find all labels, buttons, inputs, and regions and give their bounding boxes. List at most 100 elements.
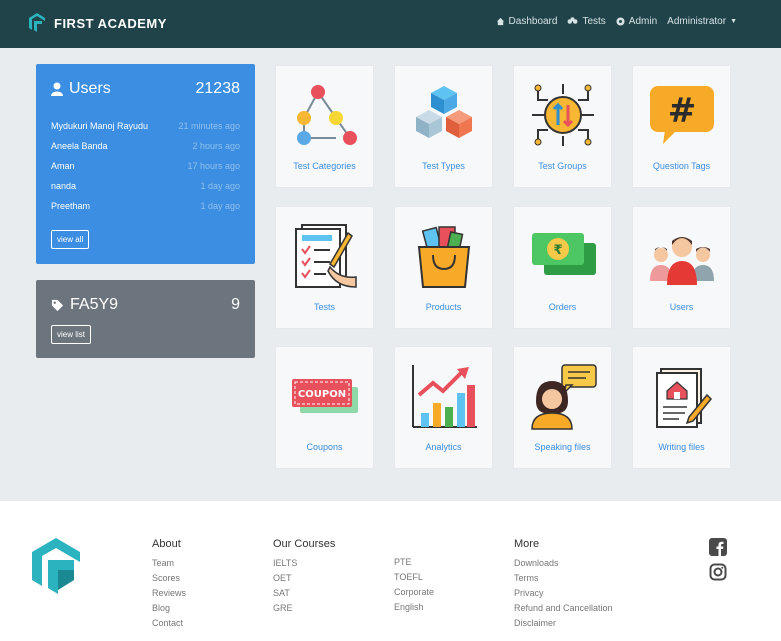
svg-text:₹: ₹ xyxy=(553,243,562,258)
footer-link[interactable]: Terms xyxy=(514,573,613,588)
user-name: Mydukuri Manoj Rayudu xyxy=(51,121,149,131)
document-pencil-icon xyxy=(656,368,713,428)
tile-label: Test Categories xyxy=(293,161,356,171)
footer-link[interactable]: Scores xyxy=(152,573,186,588)
tile-label: Speaking files xyxy=(534,442,591,452)
footer-link[interactable]: Privacy xyxy=(514,588,613,603)
tile-test-types[interactable]: Test Types xyxy=(394,65,493,188)
footer-link[interactable]: IELTS xyxy=(273,558,335,573)
tile-analytics[interactable]: Analytics xyxy=(394,346,493,469)
tile-test-groups[interactable]: Test Groups xyxy=(513,65,612,188)
tile-label: Writing files xyxy=(658,442,705,452)
money-notes-icon: ₹ xyxy=(532,233,596,275)
coupon-count: 9 xyxy=(231,296,240,313)
footer-link[interactable]: Blog xyxy=(152,603,186,618)
tile-label: Test Groups xyxy=(538,161,587,171)
list-item[interactable]: Preetham 1 day ago xyxy=(51,201,240,221)
tile-label: Users xyxy=(669,302,694,312)
caret-down-icon: ▼ xyxy=(730,18,737,25)
list-item[interactable]: Mydukuri Manoj Rayudu 21 minutes ago xyxy=(51,121,240,141)
brand[interactable]: FIRST ACADEMY xyxy=(26,12,167,34)
list-item[interactable]: Aman 17 hours ago xyxy=(51,161,240,181)
admin-icon xyxy=(616,17,625,26)
tile-label: Analytics xyxy=(425,442,462,452)
tile-label: Question Tags xyxy=(652,161,711,171)
dashboard-content: Users 21238 Mydukuri Manoj Rayudu 21 minu… xyxy=(0,48,781,501)
recent-users-list: Mydukuri Manoj Rayudu 21 minutes ago Anee… xyxy=(51,121,240,221)
footer-link[interactable]: TOEFL xyxy=(394,572,434,587)
shopping-bag-icon xyxy=(417,226,471,288)
growth-chart-icon xyxy=(412,365,477,428)
user-time: 1 day ago xyxy=(200,201,240,211)
nav-tests[interactable]: Tests xyxy=(567,16,606,27)
footer-link[interactable]: Team xyxy=(152,558,186,573)
tile-label: Products xyxy=(425,302,462,312)
nav-tests-label: Tests xyxy=(582,16,606,27)
user-icon xyxy=(51,82,63,96)
dashboard-icon xyxy=(496,17,504,26)
instagram-icon[interactable] xyxy=(709,563,727,581)
users-count: 21238 xyxy=(195,80,241,97)
footer-link[interactable]: English xyxy=(394,602,434,617)
nav-dashboard[interactable]: Dashboard xyxy=(496,16,558,27)
coupon-ticket-icon: COUPON xyxy=(292,379,358,413)
view-list-button[interactable]: view list xyxy=(51,325,92,344)
footer-link[interactable]: Reviews xyxy=(152,588,186,603)
network-nodes-icon xyxy=(297,85,357,145)
navbar: FIRST ACADEMY Dashboard Tests Admin Admi… xyxy=(0,0,781,48)
tile-label: Test Types xyxy=(422,161,465,171)
cubes-icon xyxy=(416,86,472,138)
footer-link[interactable]: Disclaimer xyxy=(514,618,613,633)
tile-products[interactable]: Products xyxy=(394,206,493,329)
footer-link[interactable]: Contact xyxy=(152,618,186,633)
footer-link[interactable]: SAT xyxy=(273,588,335,603)
nav-user-dropdown[interactable]: Administrator ▼ xyxy=(667,16,737,27)
tile-speaking-files[interactable]: Speaking files xyxy=(513,346,612,469)
coupon-code: FA5Y9 xyxy=(70,296,119,313)
coupon-icon-text: COUPON xyxy=(298,389,346,400)
view-all-button[interactable]: view all xyxy=(51,230,90,249)
svg-text:#: # xyxy=(668,91,697,131)
nav-admin[interactable]: Admin xyxy=(616,16,657,27)
user-name: Aman xyxy=(51,161,75,171)
users-card: Users 21238 Mydukuri Manoj Rayudu 21 minu… xyxy=(36,64,255,264)
tile-label: Tests xyxy=(313,302,335,312)
tag-icon xyxy=(51,299,64,311)
footer-heading: More xyxy=(514,538,540,550)
checklist-icon xyxy=(295,224,357,288)
tile-tests[interactable]: Tests xyxy=(275,206,374,329)
tile-label: Coupons xyxy=(306,442,343,452)
facebook-icon[interactable] xyxy=(709,538,727,556)
footer-about: About Team Scores Reviews Blog Contact xyxy=(152,538,186,633)
tile-question-tags[interactable]: # Question Tags xyxy=(632,65,731,188)
brand-name: FIRST ACADEMY xyxy=(54,15,167,31)
tile-test-categories[interactable]: Test Categories xyxy=(275,65,374,188)
speaking-person-icon xyxy=(531,364,597,430)
tile-writing-files[interactable]: Writing files xyxy=(632,346,731,469)
coupon-card: FA5Y9 9 view list xyxy=(36,280,255,358)
nav-dashboard-label: Dashboard xyxy=(508,16,558,27)
footer-link[interactable]: GRE xyxy=(273,603,335,618)
tile-label: Orders xyxy=(548,302,577,312)
circuit-arrows-icon xyxy=(532,84,594,146)
footer-more: More Downloads Terms Privacy Refund and … xyxy=(514,538,613,633)
footer-link[interactable]: Downloads xyxy=(514,558,613,573)
user-time: 2 hours ago xyxy=(192,141,240,151)
list-item[interactable]: Aneela Banda 2 hours ago xyxy=(51,141,240,161)
footer-logo-icon[interactable] xyxy=(30,538,82,594)
footer-courses: Our Courses IELTS OET SAT GRE xyxy=(273,538,335,618)
list-item[interactable]: nanda 1 day ago xyxy=(51,181,240,201)
nav-admin-label: Admin xyxy=(628,16,658,27)
footer-link[interactable]: OET xyxy=(273,573,335,588)
hashtag-bubble-icon: # xyxy=(650,86,714,144)
footer-link[interactable]: Corporate xyxy=(394,587,434,602)
footer-courses-more: PTE TOEFL Corporate English xyxy=(394,557,434,617)
tile-coupons[interactable]: COUPON Coupons xyxy=(275,346,374,469)
tile-users[interactable]: Users xyxy=(632,206,731,329)
tile-orders[interactable]: ₹ Orders xyxy=(513,206,612,329)
user-name: Preetham xyxy=(51,201,91,211)
footer: About Team Scores Reviews Blog Contact O… xyxy=(0,501,781,641)
footer-link[interactable]: Refund and Cancellation xyxy=(514,603,613,618)
footer-link[interactable]: PTE xyxy=(394,557,434,572)
user-time: 21 minutes ago xyxy=(178,121,240,131)
